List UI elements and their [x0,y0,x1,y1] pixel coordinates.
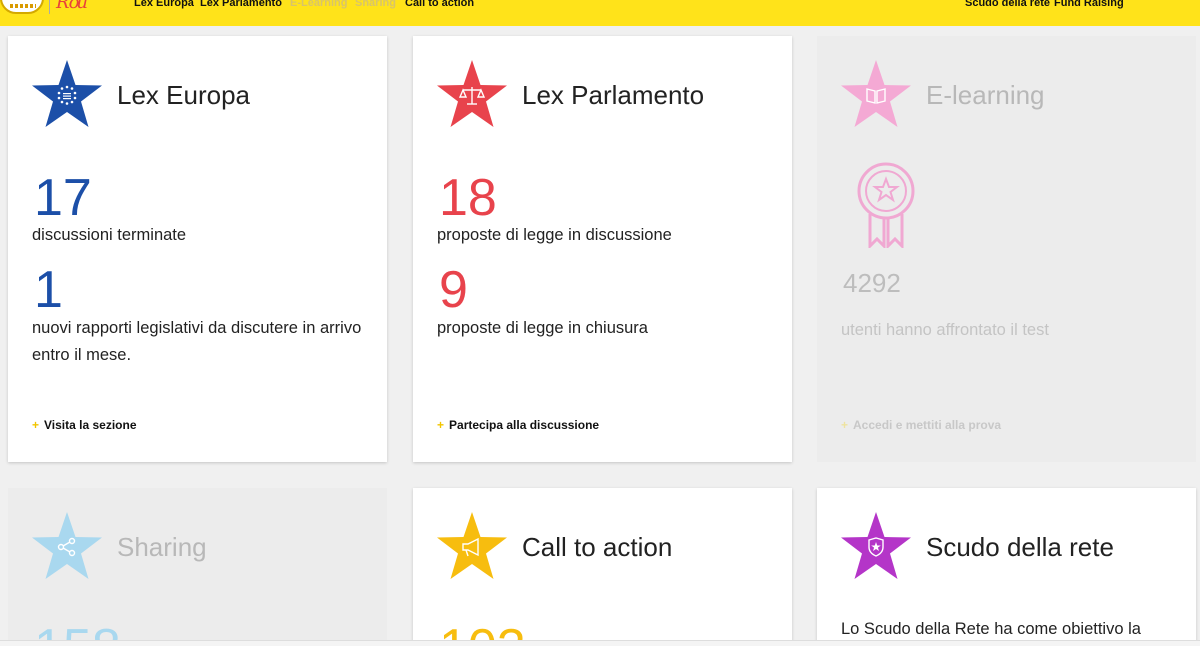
logo-separator [49,0,50,14]
megaphone-icon [437,512,507,579]
stat-label: proposte di legge in chiusura [437,319,648,337]
stat-label: nuovi rapporti legislativi da discutere … [32,319,362,364]
card-call-to-action[interactable]: Call to action 103 [413,488,792,646]
card-title: Sharing [117,532,207,562]
visit-section-link[interactable]: + Visita la sezione [32,418,137,432]
stat-label: discussioni terminate [32,226,187,244]
stat-value: 17 [34,169,92,227]
card-title: Call to action [522,532,673,562]
award-badge-icon [857,162,915,248]
card-description: Lo Scudo della Rete ha come obiettivo la [841,620,1141,638]
card-e-learning[interactable]: E-learning 4292 utenti hanno affrontato … [817,36,1196,462]
card-title: E-learning [926,80,1045,110]
nav-sharing[interactable]: Sharing [355,0,396,9]
nav-lex-europa[interactable]: Lex Europa [134,0,194,9]
nav-e-learning[interactable]: E-Learning [290,0,347,9]
nav-fund-raising[interactable]: Fund Raising [1054,0,1124,9]
card-lex-europa[interactable]: Lex Europa 17 discussioni terminate 1 nu… [8,36,387,462]
logo-stars-icon [10,4,36,8]
top-navbar: Rou Lex Europa Lex Parlamento E-Learning… [0,0,1200,26]
logo-wordmark[interactable]: Rou [56,0,88,13]
nav-lex-parlamento[interactable]: Lex Parlamento [200,0,282,9]
card-title: Lex Parlamento [522,80,705,110]
stat-label: proposte di legge in discussione [437,226,672,244]
take-test-link[interactable]: + Accedi e mettiti alla prova [841,418,1001,432]
plus-icon: + [437,418,445,432]
card-title: Scudo della rete [926,532,1114,562]
nav-scudo-della-rete[interactable]: Scudo della rete [965,0,1050,9]
eu-stars-icon [32,60,102,127]
nav-call-to-action[interactable]: Call to action [405,0,474,9]
window-bottom-edge [0,640,1200,646]
join-discussion-link[interactable]: + Partecipa alla discussione [437,418,599,432]
stat-value: 1 [34,261,63,319]
plus-icon: + [841,418,849,432]
card-sharing[interactable]: Sharing 158 [8,488,387,646]
logo-badge[interactable] [0,0,44,14]
plus-icon: + [32,418,40,432]
book-icon [841,60,911,127]
share-icon [32,512,102,579]
card-lex-parlamento[interactable]: Lex Parlamento 18 proposte di legge in d… [413,36,792,462]
stat-value: 9 [439,261,468,319]
card-title: Lex Europa [117,80,250,110]
stat-value: 4292 [843,268,901,298]
stat-value: 18 [439,169,497,227]
card-scudo-della-rete[interactable]: Scudo della rete Lo Scudo della Rete ha … [817,488,1196,646]
scales-icon [437,60,507,127]
shield-icon [841,512,911,579]
stat-label: utenti hanno affrontato il test [841,321,1049,339]
